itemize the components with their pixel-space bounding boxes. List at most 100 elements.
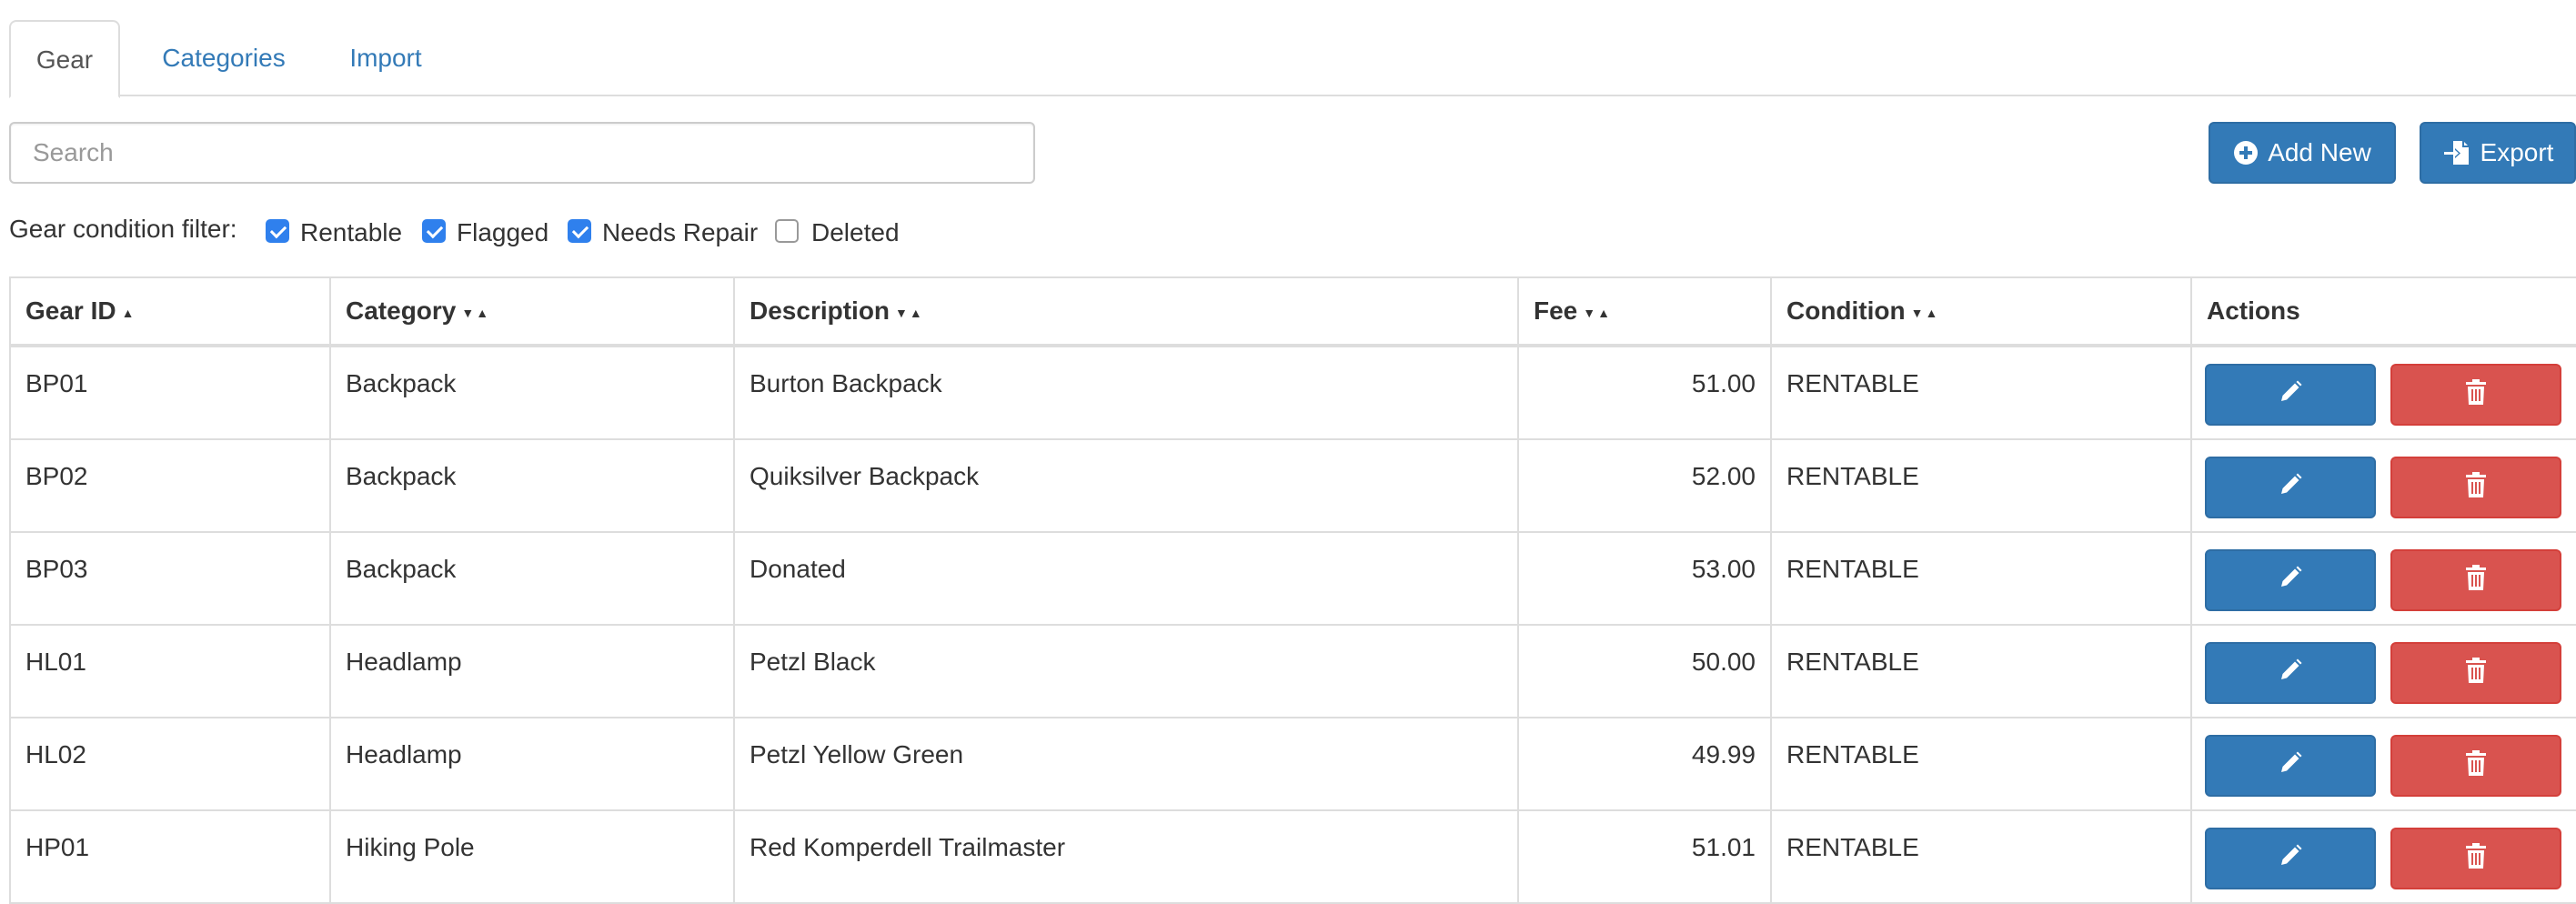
table-row: HL01 Headlamp Petzl Black 50.00 RENTABLE [11, 626, 2576, 718]
cell-actions [2192, 811, 2576, 902]
needs-repair-label[interactable]: Needs Repair [602, 216, 758, 249]
tab-import[interactable]: Import [329, 20, 442, 96]
deleted-checkbox[interactable] [775, 219, 799, 243]
rentable-checkbox[interactable] [266, 219, 289, 243]
edit-button[interactable] [2205, 735, 2376, 797]
delete-button[interactable] [2390, 549, 2561, 611]
rentable-label[interactable]: Rentable [300, 216, 402, 249]
cell-category: Headlamp [331, 626, 735, 717]
header-label: Description [750, 296, 891, 325]
trash-icon [2464, 471, 2488, 505]
cell-category: Backpack [331, 440, 735, 531]
cell-fee: 50.00 [1519, 626, 1772, 717]
table-row: BP02 Backpack Quiksilver Backpack 52.00 … [11, 440, 2576, 533]
cell-gear-id: HL01 [11, 626, 331, 717]
edit-button[interactable] [2205, 457, 2376, 518]
header-label: Category [346, 296, 457, 325]
table-row: HP01 Hiking Pole Red Komperdell Trailmas… [11, 811, 2576, 904]
export-label: Export [2480, 138, 2554, 166]
cell-description: Burton Backpack [735, 347, 1519, 438]
tab-gear[interactable]: Gear [9, 20, 120, 98]
table-row: BP03 Backpack Donated 53.00 RENTABLE [11, 533, 2576, 626]
table-row: HL02 Headlamp Petzl Yellow Green 49.99 R… [11, 718, 2576, 811]
delete-button[interactable] [2390, 364, 2561, 426]
cell-condition: RENTABLE [1772, 440, 2192, 531]
search-input[interactable] [9, 122, 1035, 184]
cell-gear-id: BP01 [11, 347, 331, 438]
flagged-label[interactable]: Flagged [457, 216, 548, 249]
delete-button[interactable] [2390, 735, 2561, 797]
edit-button[interactable] [2205, 364, 2376, 426]
cell-description: Red Komperdell Trailmaster [735, 811, 1519, 902]
delete-button[interactable] [2390, 828, 2561, 889]
cell-condition: RENTABLE [1772, 347, 2192, 438]
cell-condition: RENTABLE [1772, 533, 2192, 624]
add-new-button[interactable]: Add New [2209, 122, 2396, 184]
trash-icon [2464, 749, 2488, 783]
cell-condition: RENTABLE [1772, 626, 2192, 717]
cell-actions [2192, 626, 2576, 717]
header-description[interactable]: Description ▼▲ [735, 278, 1519, 344]
sort-icon: ▼▲ [895, 305, 924, 320]
cell-fee: 52.00 [1519, 440, 1772, 531]
trash-icon [2464, 842, 2488, 876]
cell-actions [2192, 718, 2576, 809]
edit-button[interactable] [2205, 828, 2376, 889]
gear-table: Gear ID ▲ Category ▼▲ Description ▼▲ Fee ▼▲ … [9, 276, 2576, 904]
cell-description: Petzl Yellow Green [735, 718, 1519, 809]
cell-condition: RENTABLE [1772, 718, 2192, 809]
header-actions: Actions [2192, 278, 2576, 344]
cell-gear-id: HP01 [11, 811, 331, 902]
filter-label: Gear condition filter: [9, 215, 237, 243]
table-body: BP01 Backpack Burton Backpack 51.00 RENT… [11, 347, 2576, 904]
cell-fee: 49.99 [1519, 718, 1772, 809]
flagged-checkbox[interactable] [422, 219, 446, 243]
tab-bar: Gear Categories Import [9, 20, 2576, 98]
edit-button[interactable] [2205, 549, 2376, 611]
cell-description: Donated [735, 533, 1519, 624]
tab-categories[interactable]: Categories [146, 20, 302, 96]
cell-actions [2192, 533, 2576, 624]
sort-icon: ▼▲ [1583, 305, 1612, 320]
cell-actions [2192, 347, 2576, 438]
cell-description: Petzl Black [735, 626, 1519, 717]
export-button[interactable]: Export [2420, 122, 2576, 184]
header-condition[interactable]: Condition ▼▲ [1772, 278, 2192, 344]
pencil-icon [2278, 379, 2303, 411]
pencil-icon [2278, 658, 2303, 689]
cell-condition: RENTABLE [1772, 811, 2192, 902]
pencil-icon [2278, 565, 2303, 597]
table-header-row: Gear ID ▲ Category ▼▲ Description ▼▲ Fee ▼▲ … [11, 278, 2576, 347]
cell-category: Hiking Pole [331, 811, 735, 902]
header-gear-id[interactable]: Gear ID ▲ [11, 278, 331, 344]
sort-asc-icon: ▲ [121, 305, 136, 320]
cell-category: Backpack [331, 533, 735, 624]
header-label: Gear ID [25, 296, 116, 325]
header-label: Fee [1534, 296, 1578, 325]
cell-actions [2192, 440, 2576, 531]
trash-icon [2464, 657, 2488, 690]
deleted-label[interactable]: Deleted [811, 216, 900, 249]
header-label: Actions [2207, 296, 2300, 325]
needs-repair-checkbox[interactable] [568, 219, 591, 243]
cell-description: Quiksilver Backpack [735, 440, 1519, 531]
header-label: Condition [1786, 296, 1906, 325]
header-category[interactable]: Category ▼▲ [331, 278, 735, 344]
cell-category: Backpack [331, 347, 735, 438]
cell-fee: 51.01 [1519, 811, 1772, 902]
trash-icon [2464, 378, 2488, 412]
pencil-icon [2278, 472, 2303, 504]
delete-button[interactable] [2390, 642, 2561, 704]
edit-button[interactable] [2205, 642, 2376, 704]
sort-icon: ▼▲ [461, 305, 491, 320]
pencil-icon [2278, 843, 2303, 875]
sort-icon: ▼▲ [1910, 305, 1940, 320]
add-new-label: Add New [2268, 138, 2371, 166]
cell-gear-id: BP02 [11, 440, 331, 531]
export-file-icon [2442, 138, 2471, 167]
trash-icon [2464, 564, 2488, 598]
delete-button[interactable] [2390, 457, 2561, 518]
cell-gear-id: BP03 [11, 533, 331, 624]
header-fee[interactable]: Fee ▼▲ [1519, 278, 1772, 344]
cell-category: Headlamp [331, 718, 735, 809]
